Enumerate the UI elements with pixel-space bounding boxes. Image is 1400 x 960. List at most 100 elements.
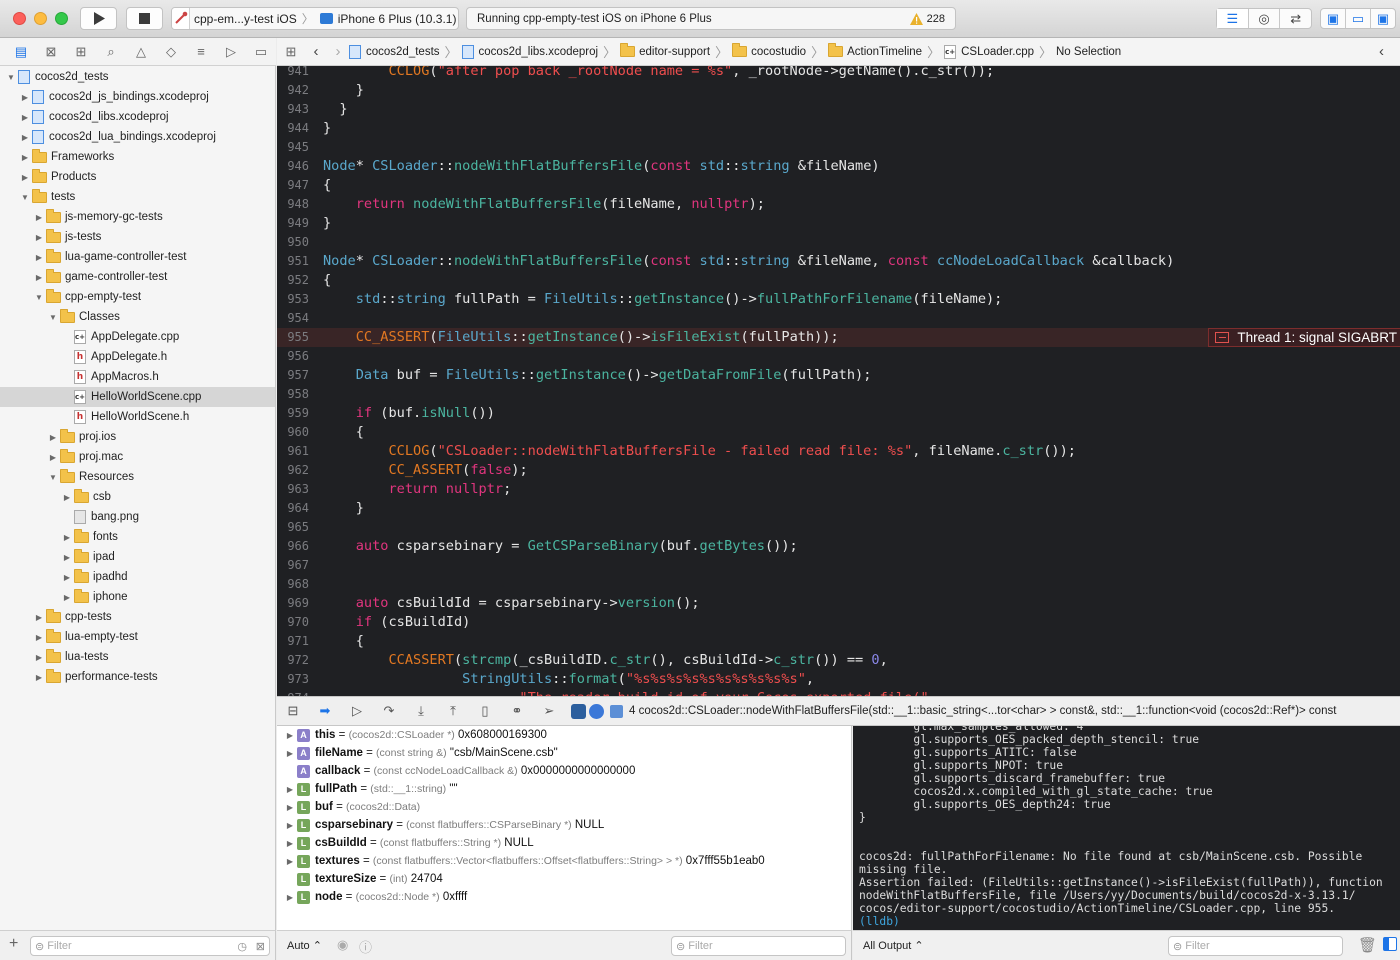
disclosure-closed-icon[interactable]: ▶ xyxy=(20,133,30,142)
code-line[interactable]: 970 if (csBuildId) xyxy=(277,613,1400,632)
disclosure-closed-icon[interactable]: ▶ xyxy=(20,153,30,162)
step-out-icon[interactable]: ⤒ xyxy=(437,703,469,719)
navigator-item[interactable]: ▶ Frameworks xyxy=(0,147,275,167)
disclosure-closed-icon[interactable]: ▶ xyxy=(34,653,44,662)
simulate-location-icon[interactable]: ➢ xyxy=(533,703,565,719)
navigator-item[interactable]: ▶ lua-tests xyxy=(0,647,275,667)
line-number[interactable]: 953 xyxy=(277,290,309,309)
navigator-item[interactable]: ▶ csb xyxy=(0,487,275,507)
issue-icon[interactable]: △ xyxy=(126,44,156,60)
view-debugger-icon[interactable]: ▯ xyxy=(469,703,501,719)
split-view-icon[interactable] xyxy=(1383,937,1397,951)
line-number[interactable]: 957 xyxy=(277,366,309,385)
line-number[interactable]: 956 xyxy=(277,347,309,366)
assistant-editor-icon[interactable]: ◎ xyxy=(1249,9,1281,28)
test-icon[interactable]: ◇ xyxy=(156,44,186,60)
navigator-item[interactable]: ▼ Classes xyxy=(0,307,275,327)
line-number[interactable]: 942 xyxy=(277,81,309,100)
code-line[interactable]: 950 xyxy=(277,233,1400,252)
disclosure-closed-icon[interactable]: ▶ xyxy=(285,857,295,866)
line-number[interactable]: 948 xyxy=(277,195,309,214)
navigator-item[interactable]: ▶ ipad xyxy=(0,547,275,567)
code-line[interactable]: 949} xyxy=(277,214,1400,233)
variable-row[interactable]: Acallback = (const ccNodeLoadCallback &)… xyxy=(277,762,851,780)
disclosure-closed-icon[interactable]: ▶ xyxy=(34,213,44,222)
navigator-item[interactable]: ▶ lua-game-controller-test xyxy=(0,247,275,267)
code-line[interactable]: 961 CCLOG("CSLoader::nodeWithFlatBuffers… xyxy=(277,442,1400,461)
variable-row[interactable]: ▶ Lnode = (cocos2d::Node *) 0xffff xyxy=(277,888,851,906)
breadcrumb-item[interactable]: editor-support xyxy=(620,43,710,58)
disclosure-closed-icon[interactable]: ▶ xyxy=(285,803,295,812)
code-line[interactable]: 968 xyxy=(277,575,1400,594)
variable-row[interactable]: ▶ Lbuf = (cocos2d::Data) xyxy=(277,798,851,816)
disclosure-closed-icon[interactable]: ▶ xyxy=(34,233,44,242)
step-into-icon[interactable]: ⤓ xyxy=(405,703,437,719)
back-icon[interactable]: ‹ xyxy=(305,43,327,60)
breadcrumb-item[interactable]: ActionTimeline xyxy=(828,43,922,58)
scheme-selector[interactable]: cpp-em...y-test iOS 〉 iPhone 6 Plus (10.… xyxy=(171,7,459,30)
variable-row[interactable]: ▶ Ltextures = (const flatbuffers::Vector<… xyxy=(277,852,851,870)
line-number[interactable]: 970 xyxy=(277,613,309,632)
variable-row[interactable]: ▶ AfileName = (const string &) "csb/MainS… xyxy=(277,744,851,762)
output-selector[interactable]: All Output ⌃ xyxy=(863,939,924,952)
disclosure-closed-icon[interactable]: ▶ xyxy=(34,673,44,682)
code-line[interactable]: 948 return nodeWithFlatBuffersFile(fileN… xyxy=(277,195,1400,214)
line-number[interactable]: 954 xyxy=(277,309,309,328)
code-line[interactable]: 941 CCLOG("after pop back _rootNode name… xyxy=(277,66,1400,81)
code-line[interactable]: 962 CC_ASSERT(false); xyxy=(277,461,1400,480)
trash-icon[interactable]: 🗑 xyxy=(1358,936,1377,954)
line-number[interactable]: 968 xyxy=(277,575,309,594)
line-number[interactable]: 962 xyxy=(277,461,309,480)
breakpoint-icon[interactable]: ▷ xyxy=(216,44,246,60)
line-number[interactable]: 951 xyxy=(277,252,309,271)
navigator-item[interactable]: ▶ js-tests xyxy=(0,227,275,247)
line-number[interactable]: 958 xyxy=(277,385,309,404)
variable-row[interactable]: ▶ Lcsparsebinary = (const flatbuffers::CS… xyxy=(277,816,851,834)
source-editor[interactable]: 941 CCLOG("after pop back _rootNode name… xyxy=(277,66,1400,696)
navigator-item[interactable]: h HelloWorldScene.h xyxy=(0,407,275,427)
memory-graph-icon[interactable]: ⚭ xyxy=(501,703,533,719)
search-icon[interactable]: ⌕ xyxy=(96,44,126,60)
disclosure-closed-icon[interactable]: ▶ xyxy=(20,113,30,122)
navigator-item[interactable]: ▶ cpp-tests xyxy=(0,607,275,627)
line-number[interactable]: 950 xyxy=(277,233,309,252)
navigator-item[interactable]: h AppDelegate.h xyxy=(0,347,275,367)
line-number[interactable]: 959 xyxy=(277,404,309,423)
disclosure-closed-icon[interactable]: ▶ xyxy=(285,731,295,740)
code-line[interactable]: 959 if (buf.isNull()) xyxy=(277,404,1400,423)
disclosure-closed-icon[interactable]: ▶ xyxy=(20,173,30,182)
add-icon[interactable]: + xyxy=(9,935,18,953)
disclosure-closed-icon[interactable]: ▶ xyxy=(48,433,58,442)
thread-icon[interactable] xyxy=(589,703,604,719)
line-number[interactable]: 955 xyxy=(277,328,309,347)
variable-row[interactable]: LtextureSize = (int) 24704 xyxy=(277,870,851,888)
breadcrumb-item[interactable]: cocos2d_libs.xcodeproj xyxy=(461,44,598,59)
disclosure-closed-icon[interactable]: ▶ xyxy=(48,453,58,462)
line-number[interactable]: 971 xyxy=(277,632,309,651)
code-line[interactable]: 955 CC_ASSERT(FileUtils::getInstance()->… xyxy=(277,328,1400,347)
stop-button[interactable] xyxy=(126,7,163,30)
code-line[interactable]: 960 { xyxy=(277,423,1400,442)
standard-editor-icon[interactable]: ☰ xyxy=(1217,9,1249,28)
hide-debug-area-icon[interactable]: ⊟ xyxy=(277,703,309,719)
disclosure-closed-icon[interactable]: ▶ xyxy=(62,533,72,542)
navigator-item[interactable]: ▶ js-memory-gc-tests xyxy=(0,207,275,227)
code-line[interactable]: 951 Node* CSLoader::nodeWithFlatBuffersFi… xyxy=(277,252,1400,271)
navigator-item[interactable]: ▶ game-controller-test xyxy=(0,267,275,287)
editor-mode-control[interactable]: ☰ ◎ ⇄ xyxy=(1216,8,1312,29)
code-line[interactable]: 967 xyxy=(277,556,1400,575)
disclosure-closed-icon[interactable]: ▶ xyxy=(285,893,295,902)
disclosure-open-icon[interactable]: ▼ xyxy=(20,193,30,202)
disclosure-closed-icon[interactable]: ▶ xyxy=(285,821,295,830)
variable-row[interactable]: ▶ LfullPath = (std::__1::string) "" xyxy=(277,780,851,798)
forward-icon[interactable]: › xyxy=(327,43,349,60)
breadcrumb-item[interactable]: No Selection xyxy=(1056,46,1121,58)
disclosure-closed-icon[interactable]: ▶ xyxy=(34,613,44,622)
line-number[interactable]: 964 xyxy=(277,499,309,518)
line-number[interactable]: 946 xyxy=(277,157,309,176)
code-line[interactable]: 965 xyxy=(277,518,1400,537)
line-number[interactable]: 949 xyxy=(277,214,309,233)
code-line[interactable]: 947 { xyxy=(277,176,1400,195)
disclosure-closed-icon[interactable]: ▶ xyxy=(62,493,72,502)
navigator-item[interactable]: ▼ cpp-empty-test xyxy=(0,287,275,307)
